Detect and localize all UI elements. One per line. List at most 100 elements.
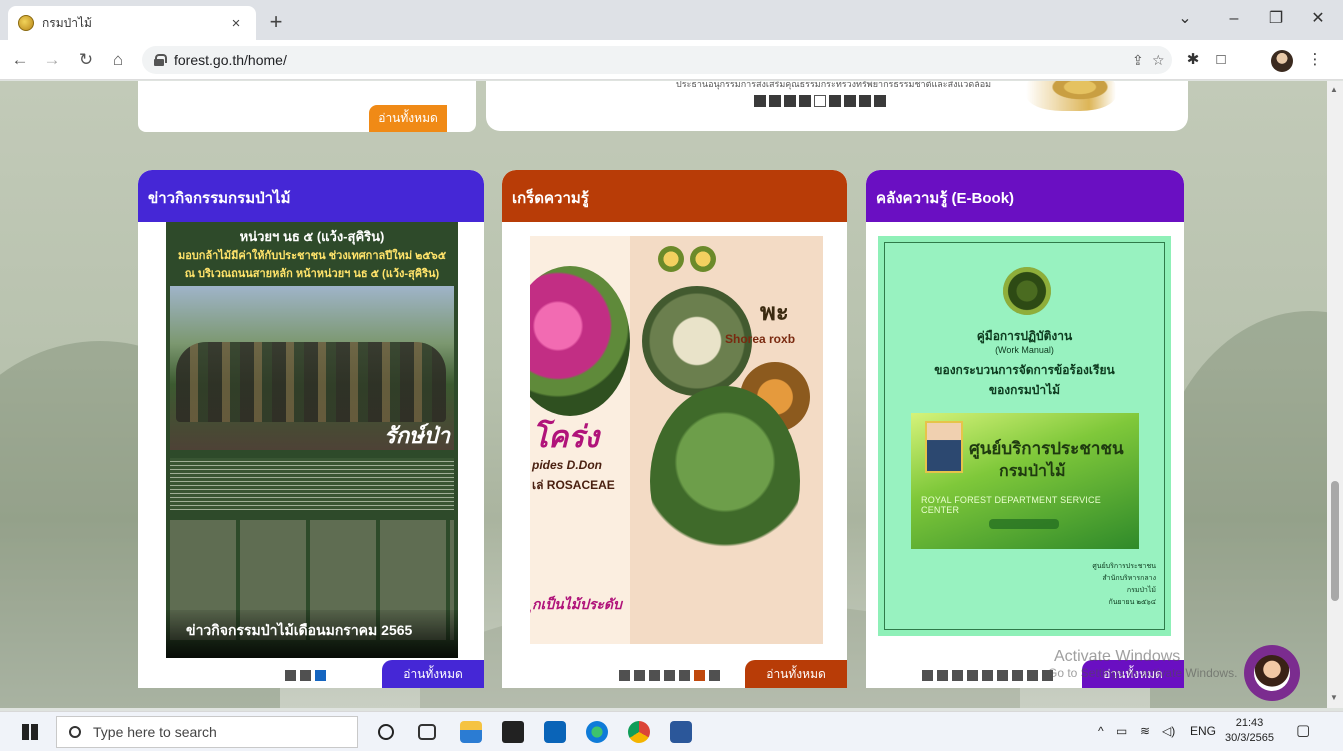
word-icon[interactable] — [670, 721, 692, 743]
slider-dot[interactable] — [754, 95, 766, 107]
slider-dot[interactable] — [1012, 670, 1023, 681]
slider-dot[interactable] — [952, 670, 963, 681]
slider-dot[interactable] — [844, 95, 856, 107]
slider-dot[interactable] — [967, 670, 978, 681]
store-icon[interactable] — [502, 721, 524, 743]
reload-icon[interactable]: ↻ — [74, 49, 98, 71]
news-caption: ข่าวกิจกรรมป่าไม้เดือนมกราคม 2565 — [186, 622, 413, 638]
slider-dot[interactable] — [709, 670, 720, 681]
tips-slider-dots — [619, 670, 720, 681]
slider-dot[interactable] — [769, 95, 781, 107]
scrollbar-thumb[interactable] — [1331, 481, 1339, 601]
url-text[interactable]: forest.go.th/home/ — [174, 52, 287, 68]
back-arrow-icon[interactable]: ← — [8, 49, 32, 71]
chevron-up-icon[interactable]: ^ — [1098, 724, 1104, 738]
officer-portrait — [925, 421, 963, 473]
slider-dot[interactable] — [859, 95, 871, 107]
slider-dot[interactable] — [874, 95, 886, 107]
slider-dot[interactable] — [997, 670, 1008, 681]
news-card: ข่าวกิจกรรมกรมป่าไม้ หน่วยฯ นธ ๕ (แว้ง-ส… — [138, 170, 484, 688]
activation-watermark-sub: Go to Settings to activate Windows. — [1048, 666, 1238, 680]
lock-icon[interactable] — [154, 54, 167, 66]
slider-dot[interactable] — [937, 670, 948, 681]
forward-arrow-icon[interactable]: → — [40, 49, 64, 71]
tab-strip: กรมป่าไม้ × + ⌄ – ❐ ✕ — [0, 0, 1343, 40]
address-bar[interactable]: forest.go.th/home/ ⇪ ☆ — [142, 46, 1172, 74]
restore-button[interactable]: ❐ — [1256, 6, 1296, 32]
taskbar-search-placeholder: Type here to search — [93, 724, 217, 740]
slider-dot[interactable] — [922, 670, 933, 681]
news-card-header[interactable]: ข่าวกิจกรรมกรมป่าไม้ — [138, 170, 484, 222]
language-indicator[interactable]: ENG — [1190, 724, 1216, 738]
publisher-text: กรมป่าไม้ — [1126, 587, 1156, 594]
banner-logo-strip — [989, 519, 1059, 529]
slider-dot[interactable] — [1027, 670, 1038, 681]
publisher-text: ศูนย์บริการประชาชน — [1092, 563, 1156, 570]
slider-dot[interactable] — [784, 95, 796, 107]
task-view-icon[interactable] — [418, 724, 436, 740]
page-scrollbar[interactable]: ▲ ▼ — [1327, 81, 1343, 708]
slider-dot[interactable] — [664, 670, 675, 681]
news-image[interactable]: หน่วยฯ นธ ๕ (แว้ง-สุคิริน) มอบกล้าไม้มีค… — [166, 222, 458, 658]
profile-icon[interactable] — [1271, 50, 1293, 72]
minimize-button[interactable]: – — [1214, 6, 1254, 32]
star-icon[interactable]: ☆ — [1152, 46, 1165, 74]
edge-icon[interactable] — [586, 721, 608, 743]
publisher-text: สำนักบริหารกลาง — [1102, 575, 1156, 582]
volume-icon[interactable]: ◁) — [1162, 724, 1175, 738]
slider-dot-active[interactable] — [814, 95, 826, 107]
site-favicon-icon — [18, 15, 34, 31]
slider-dot[interactable] — [285, 670, 296, 681]
tips-footer: ุกเป็นไม้ประดับ — [532, 596, 622, 612]
taskbar-clock[interactable]: 21:43 30/3/2565 — [1225, 716, 1274, 746]
slider-dot[interactable] — [300, 670, 311, 681]
windows-icon[interactable] — [22, 724, 38, 740]
banner-caption: ประธานอนุกรรมการส่งเสริมคุณธรรมกระทรวงทร… — [676, 81, 992, 89]
home-icon[interactable]: ⌂ — [106, 49, 130, 71]
slider-dot[interactable] — [679, 670, 690, 681]
news-subheadline: ณ บริเวณถนนสายหลัก หน้าหน่วยฯ นธ ๕ (แว้ง… — [184, 268, 440, 280]
tips-image[interactable]: พะ Shorea roxb โคร่ง pides D.Don เล่ ROS… — [530, 236, 823, 644]
taskbar-search[interactable]: Type here to search — [56, 716, 358, 748]
menu-icon[interactable]: ⋮ — [1306, 51, 1324, 69]
network-icon[interactable]: ▭ — [1116, 724, 1127, 738]
file-explorer-icon[interactable] — [460, 721, 482, 743]
slider-dot-active[interactable] — [315, 670, 326, 681]
ebook-cover[interactable]: คู่มือการปฏิบัติงาน (Work Manual) ของกระ… — [878, 236, 1171, 636]
cortana-icon[interactable] — [378, 724, 394, 740]
chat-assistant-button[interactable] — [1244, 645, 1300, 701]
slider-dot[interactable] — [829, 95, 841, 107]
slider-dot-active[interactable] — [694, 670, 705, 681]
scroll-up-icon[interactable]: ▲ — [1330, 85, 1338, 94]
browser-tab[interactable]: กรมป่าไม้ × — [8, 6, 256, 40]
chrome-icon[interactable] — [628, 721, 650, 743]
news-brand-logo: รักษ์ป่า — [384, 423, 450, 448]
tips-card-header[interactable]: เกร็ดความรู้ — [502, 170, 847, 222]
news-subheadline: มอบกล้าไม้มีค่าให้กับประชาชน ช่วงเทศกาลป… — [177, 250, 447, 262]
sidepanel-icon[interactable]: □ — [1212, 51, 1230, 69]
tab-close-icon[interactable]: × — [226, 15, 246, 32]
search-icon — [69, 726, 81, 738]
slider-dot[interactable] — [634, 670, 645, 681]
mail-icon[interactable] — [544, 721, 566, 743]
slider-dot[interactable] — [982, 670, 993, 681]
new-tab-button[interactable]: + — [262, 8, 290, 36]
scroll-down-icon[interactable]: ▼ — [1330, 693, 1338, 702]
tips-read-all-button[interactable]: อ่านทั้งหมด — [745, 660, 847, 688]
tab-search-chevron-icon[interactable]: ⌄ — [1170, 6, 1200, 32]
ebook-card-header[interactable]: คลังความรู้ (E-Book) — [866, 170, 1184, 222]
banner-title: ศูนย์บริการประชาชน — [969, 439, 1124, 458]
wifi-icon[interactable]: ≋ — [1140, 724, 1150, 738]
slider-dot[interactable] — [799, 95, 811, 107]
slider-dot[interactable] — [619, 670, 630, 681]
slider-dot[interactable] — [649, 670, 660, 681]
tips-family: เล่ ROSACEAE — [532, 478, 615, 492]
read-all-button[interactable]: อ่านทั้งหมด — [369, 105, 447, 132]
news-read-all-button[interactable]: อ่านทั้งหมด — [382, 660, 484, 688]
ebook-title: คู่มือการปฏิบัติงาน — [976, 329, 1073, 343]
share-icon[interactable]: ⇪ — [1132, 46, 1144, 74]
news-headline: หน่วยฯ นธ ๕ (แว้ง-สุคิริน) — [239, 229, 385, 244]
close-window-button[interactable]: ✕ — [1298, 6, 1338, 32]
extension-icon[interactable]: ✱ — [1184, 51, 1202, 69]
notification-icon[interactable]: ▢ — [1296, 721, 1310, 739]
